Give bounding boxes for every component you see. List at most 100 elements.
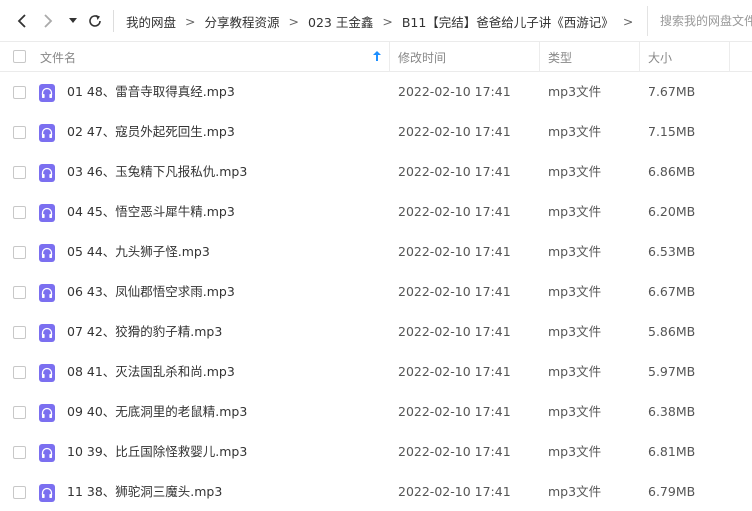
row-checkbox[interactable] (13, 206, 26, 219)
row-checkbox[interactable] (13, 366, 26, 379)
column-header-name[interactable]: 文件名 (40, 42, 390, 72)
file-name[interactable]: 06 43、凤仙郡悟空求雨.mp3 (67, 272, 387, 312)
file-type: mp3文件 (548, 164, 602, 179)
file-modified-time: 2022-02-10 17:41 (398, 164, 511, 179)
file-row[interactable]: 04 45、悟空恶斗犀牛精.mp3 2022-02-10 17:41 mp3文件 6.… (0, 192, 752, 232)
breadcrumb-separator: > (288, 13, 299, 29)
caret-down-icon[interactable] (66, 11, 80, 31)
headphones-icon (39, 324, 55, 342)
file-row[interactable]: 02 47、寇员外起死回生.mp3 2022-02-10 17:41 mp3文件 7.… (0, 112, 752, 152)
file-modified-time: 2022-02-10 17:41 (398, 204, 511, 219)
file-size: 6.38MB (648, 404, 696, 419)
file-type: mp3文件 (548, 324, 602, 339)
row-checkbox[interactable] (13, 166, 26, 179)
row-checkbox[interactable] (13, 406, 26, 419)
column-header-size[interactable]: 大小 (640, 42, 730, 72)
file-name[interactable]: 04 45、悟空恶斗犀牛精.mp3 (67, 192, 387, 232)
headphones-icon (39, 364, 55, 382)
row-checkbox[interactable] (13, 326, 26, 339)
column-header-type-label: 类型 (548, 50, 573, 65)
file-modified-time: 2022-02-10 17:41 (398, 84, 511, 99)
file-modified-time: 2022-02-10 17:41 (398, 484, 511, 499)
file-size: 6.53MB (648, 244, 696, 259)
file-size: 7.67MB (648, 84, 696, 99)
file-size: 5.86MB (648, 324, 696, 339)
file-name[interactable]: 11 38、狮驼洞三魔头.mp3 (67, 472, 387, 511)
file-row[interactable]: 11 38、狮驼洞三魔头.mp3 2022-02-10 17:41 mp3文件 6.7… (0, 472, 752, 511)
chevron-left-icon[interactable] (12, 11, 32, 31)
row-checkbox[interactable] (13, 446, 26, 459)
file-name[interactable]: 10 39、比丘国除怪救婴儿.mp3 (67, 432, 387, 472)
file-modified-time: 2022-02-10 17:41 (398, 404, 511, 419)
headphones-icon (39, 404, 55, 422)
file-type: mp3文件 (548, 444, 602, 459)
file-name[interactable]: 09 40、无底洞里的老鼠精.mp3 (67, 392, 387, 432)
arrow-up-icon[interactable] (373, 50, 381, 64)
file-name[interactable]: 07 42、狡猾的豹子精.mp3 (67, 312, 387, 352)
headphones-icon (39, 84, 55, 102)
row-checkbox[interactable] (13, 126, 26, 139)
file-list-header: 文件名 修改时间 类型 大小 (0, 42, 752, 72)
column-header-name-label: 文件名 (40, 50, 77, 65)
file-name[interactable]: 01 48、雷音寺取得真经.mp3 (67, 72, 387, 112)
file-type: mp3文件 (548, 364, 602, 379)
file-row[interactable]: 03 46、玉兔精下凡报私仇.mp3 2022-02-10 17:41 mp3文件 6… (0, 152, 752, 192)
file-modified-time: 2022-02-10 17:41 (398, 244, 511, 259)
file-modified-time: 2022-02-10 17:41 (398, 364, 511, 379)
file-type: mp3文件 (548, 404, 602, 419)
chevron-right-icon[interactable] (38, 11, 58, 31)
column-header-modified-label: 修改时间 (398, 50, 447, 65)
file-type: mp3文件 (548, 484, 602, 499)
breadcrumb-separator: > (622, 13, 634, 29)
column-header-size-label: 大小 (648, 50, 673, 65)
column-header-type[interactable]: 类型 (540, 42, 640, 72)
headphones-icon (39, 484, 55, 502)
row-checkbox[interactable] (13, 286, 26, 299)
row-checkbox[interactable] (13, 486, 26, 499)
file-row[interactable]: 08 41、灭法国乱杀和尚.mp3 2022-02-10 17:41 mp3文件 5.… (0, 352, 752, 392)
file-size: 6.81MB (648, 444, 696, 459)
breadcrumb-item-author-folder[interactable]: 023 王金鑫 (308, 12, 373, 31)
file-size: 6.86MB (648, 164, 696, 179)
breadcrumb-item-shared-resources[interactable]: 分享教程资源 (205, 12, 280, 31)
top-toolbar: 我的网盘 > 分享教程资源 > 023 王金鑫 > B11【完结】爸爸给儿子讲《… (0, 0, 752, 42)
toolbar-divider (113, 10, 114, 32)
file-modified-time: 2022-02-10 17:41 (398, 324, 511, 339)
row-checkbox[interactable] (13, 86, 26, 99)
file-row[interactable]: 05 44、九头狮子怪.mp3 2022-02-10 17:41 mp3文件 6.53… (0, 232, 752, 272)
file-size: 6.20MB (648, 204, 696, 219)
file-list: 01 48、雷音寺取得真经.mp3 2022-02-10 17:41 mp3文件 7.… (0, 72, 752, 511)
search-box (647, 6, 752, 36)
file-name[interactable]: 05 44、九头狮子怪.mp3 (67, 232, 387, 272)
file-name[interactable]: 02 47、寇员外起死回生.mp3 (67, 112, 387, 152)
file-size: 6.67MB (648, 284, 696, 299)
file-type: mp3文件 (548, 84, 602, 99)
row-checkbox[interactable] (13, 246, 26, 259)
breadcrumb-item-current-folder[interactable]: B11【完结】爸爸给儿子讲《西游记》 (402, 12, 614, 31)
breadcrumb: 我的网盘 > 分享教程资源 > 023 王金鑫 > B11【完结】爸爸给儿子讲《… (126, 0, 646, 42)
select-all-checkbox[interactable] (13, 50, 26, 63)
file-row[interactable]: 09 40、无底洞里的老鼠精.mp3 2022-02-10 17:41 mp3文件 6… (0, 392, 752, 432)
breadcrumb-separator: > (185, 13, 196, 29)
file-type: mp3文件 (548, 204, 602, 219)
file-row[interactable]: 07 42、狡猾的豹子精.mp3 2022-02-10 17:41 mp3文件 5.8… (0, 312, 752, 352)
file-name[interactable]: 03 46、玉兔精下凡报私仇.mp3 (67, 152, 387, 192)
file-size: 7.15MB (648, 124, 696, 139)
file-type: mp3文件 (548, 124, 602, 139)
headphones-icon (39, 164, 55, 182)
file-row[interactable]: 01 48、雷音寺取得真经.mp3 2022-02-10 17:41 mp3文件 7.… (0, 72, 752, 112)
headphones-icon (39, 204, 55, 222)
file-type: mp3文件 (548, 284, 602, 299)
search-input[interactable] (660, 14, 752, 28)
refresh-icon[interactable] (84, 11, 106, 31)
headphones-icon (39, 124, 55, 142)
file-type: mp3文件 (548, 244, 602, 259)
breadcrumb-separator: > (382, 13, 393, 29)
column-header-modified[interactable]: 修改时间 (390, 42, 540, 72)
file-modified-time: 2022-02-10 17:41 (398, 444, 511, 459)
file-row[interactable]: 06 43、凤仙郡悟空求雨.mp3 2022-02-10 17:41 mp3文件 6.… (0, 272, 752, 312)
breadcrumb-item-my-disk[interactable]: 我的网盘 (126, 12, 176, 31)
file-name[interactable]: 08 41、灭法国乱杀和尚.mp3 (67, 352, 387, 392)
file-size: 5.97MB (648, 364, 696, 379)
file-row[interactable]: 10 39、比丘国除怪救婴儿.mp3 2022-02-10 17:41 mp3文件 6… (0, 432, 752, 472)
